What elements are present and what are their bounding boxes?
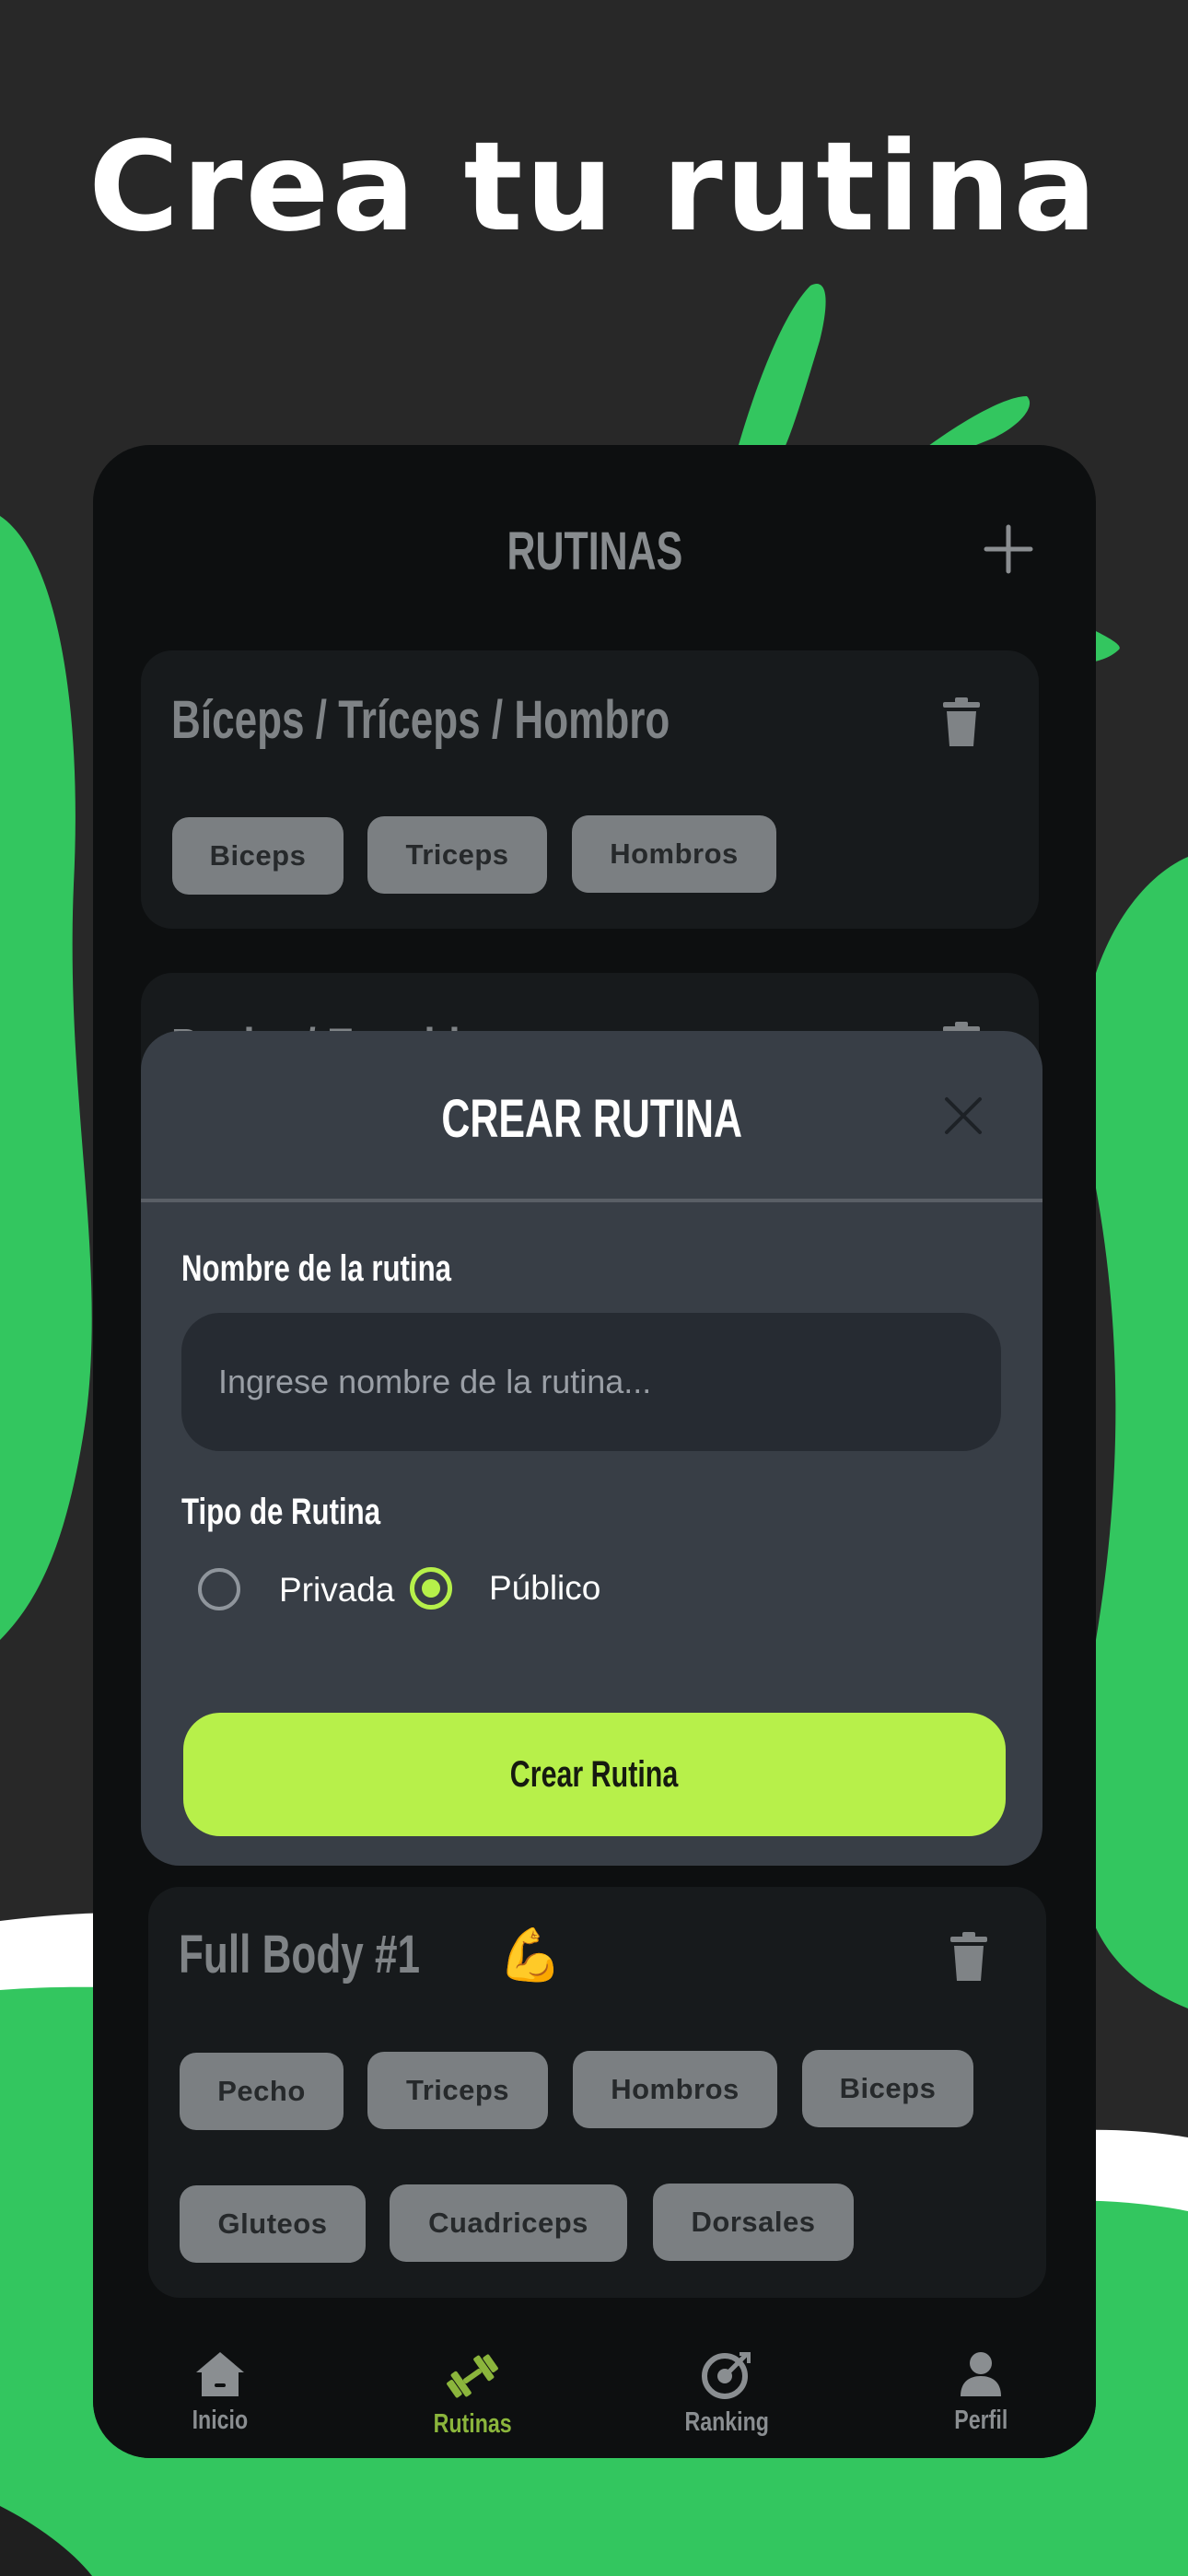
muscle-chip[interactable]: Pecho bbox=[180, 2053, 344, 2130]
tab-inicio[interactable]: Inicio bbox=[137, 2350, 303, 2436]
tab-rutinas[interactable]: Rutinas bbox=[390, 2350, 555, 2440]
modal-divider bbox=[141, 1199, 1042, 1202]
muscle-chip[interactable]: Cuadriceps bbox=[390, 2184, 627, 2262]
tab-label: Ranking bbox=[684, 2407, 769, 2437]
add-routine-button[interactable] bbox=[976, 517, 1041, 581]
tab-label: Perfil bbox=[953, 2406, 1008, 2435]
routine-name-label: Nombre de la rutina bbox=[181, 1248, 451, 1289]
muscle-chip[interactable]: Dorsales bbox=[653, 2184, 854, 2261]
trash-icon[interactable] bbox=[939, 697, 984, 748]
bottom-tab-bar: Inicio Rutinas Ranking Perfil bbox=[93, 2334, 1096, 2458]
target-icon bbox=[702, 2352, 751, 2399]
user-icon bbox=[961, 2352, 1001, 2396]
create-routine-button[interactable]: Crear Rutina bbox=[183, 1713, 1006, 1836]
muscle-chip[interactable]: Triceps bbox=[367, 816, 547, 894]
tab-label: Rutinas bbox=[433, 2409, 512, 2439]
muscle-chip[interactable]: Hombros bbox=[573, 2051, 777, 2128]
public-radio[interactable] bbox=[410, 1567, 452, 1610]
trash-icon[interactable] bbox=[947, 1931, 991, 1983]
plus-icon bbox=[984, 524, 1033, 574]
routine-title: Bíceps / Tríceps / Hombro bbox=[171, 690, 670, 750]
create-routine-modal: CREAR RUTINA Nombre de la rutina Tipo de… bbox=[141, 1031, 1042, 1866]
muscle-chip[interactable]: Gluteos bbox=[180, 2185, 366, 2263]
promo-headline: Crea tu rutina bbox=[88, 115, 1100, 259]
muscle-chip[interactable]: Biceps bbox=[802, 2050, 973, 2127]
routine-type-label: Tipo de Rutina bbox=[181, 1492, 381, 1532]
tab-perfil[interactable]: Perfil bbox=[898, 2350, 1064, 2436]
muscle-chip[interactable]: Hombros bbox=[572, 815, 776, 893]
page-title: RUTINAS bbox=[507, 521, 682, 581]
close-icon[interactable] bbox=[941, 1094, 985, 1138]
phone-screen: RUTINAS Bíceps / Tríceps / Hombro Biceps… bbox=[93, 445, 1096, 2458]
tab-label: Inicio bbox=[192, 2406, 249, 2435]
private-radio[interactable] bbox=[198, 1568, 240, 1610]
tab-ranking[interactable]: Ranking bbox=[644, 2350, 809, 2438]
dumbbell-icon bbox=[447, 2354, 498, 2398]
routine-title: Full Body #1 💪 bbox=[179, 1925, 563, 1985]
flexed-biceps-icon: 💪 bbox=[497, 1926, 563, 1984]
modal-title: CREAR RUTINA bbox=[441, 1089, 742, 1149]
home-icon bbox=[196, 2352, 244, 2396]
routine-card[interactable]: Bíceps / Tríceps / Hombro Biceps Triceps… bbox=[141, 650, 1039, 929]
routine-name-input[interactable] bbox=[181, 1313, 1001, 1451]
muscle-chip[interactable]: Triceps bbox=[367, 2052, 548, 2129]
routine-card[interactable]: Full Body #1 💪 Pecho Triceps Hombros Bic… bbox=[148, 1887, 1046, 2298]
public-radio-label[interactable]: Público bbox=[489, 1569, 600, 1608]
muscle-chip[interactable]: Biceps bbox=[172, 817, 344, 895]
private-radio-label[interactable]: Privada bbox=[279, 1571, 394, 1610]
